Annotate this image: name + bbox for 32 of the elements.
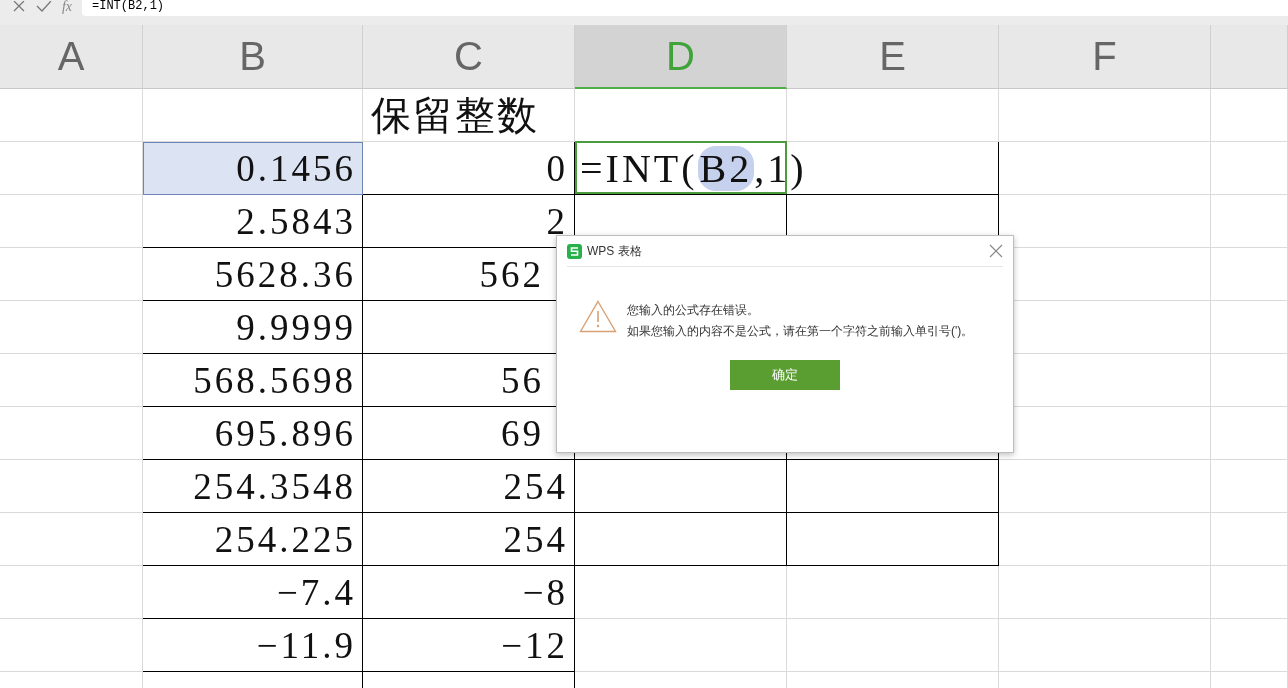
dialog-title: WPS 表格 [587,242,642,260]
ok-button[interactable]: 确定 [730,360,840,390]
table-cell: 254 [363,513,575,566]
table-cell: 254.225 [143,513,363,566]
column-header[interactable]: C [363,25,575,89]
table-cell: 9.9999 [143,301,363,354]
table-cell: 568.5698 [143,354,363,407]
table-cell: 保留整数 [363,89,575,142]
table-cell: 254 [363,460,575,513]
table-cell: 5628.36 [143,248,363,301]
column-header[interactable]: A [0,25,143,89]
cancel-icon[interactable] [12,1,26,13]
column-header[interactable]: F [999,25,1211,89]
table-cell: 695.896 [143,407,363,460]
table-cell: 2.5843 [143,195,363,248]
table-cell: −12 [363,619,575,672]
close-icon[interactable] [989,244,1003,258]
warning-icon [579,300,617,333]
column-header[interactable]: B [143,25,363,89]
function-button[interactable]: fx [61,0,72,14]
formula-field[interactable]: =INT(B2,1) [82,0,1288,16]
app-logo-icon [567,243,582,259]
column-header[interactable]: E [787,25,999,89]
checkmark-icon[interactable] [35,1,52,13]
table-cell: −8 [363,566,575,619]
table-cell: −11.9 [143,619,363,672]
dialog-message: 如果您输入的内容不是公式，请在第一个字符之前输入单引号(')。 [627,323,975,340]
table-cell: 254.3548 [143,460,363,513]
table-cell: 0 [363,142,575,195]
referenced-cell: 0.1456 [143,142,363,195]
table-cell: −7.4 [143,566,363,619]
dialog-message: 您输入的公式存在错误。 [627,302,760,319]
